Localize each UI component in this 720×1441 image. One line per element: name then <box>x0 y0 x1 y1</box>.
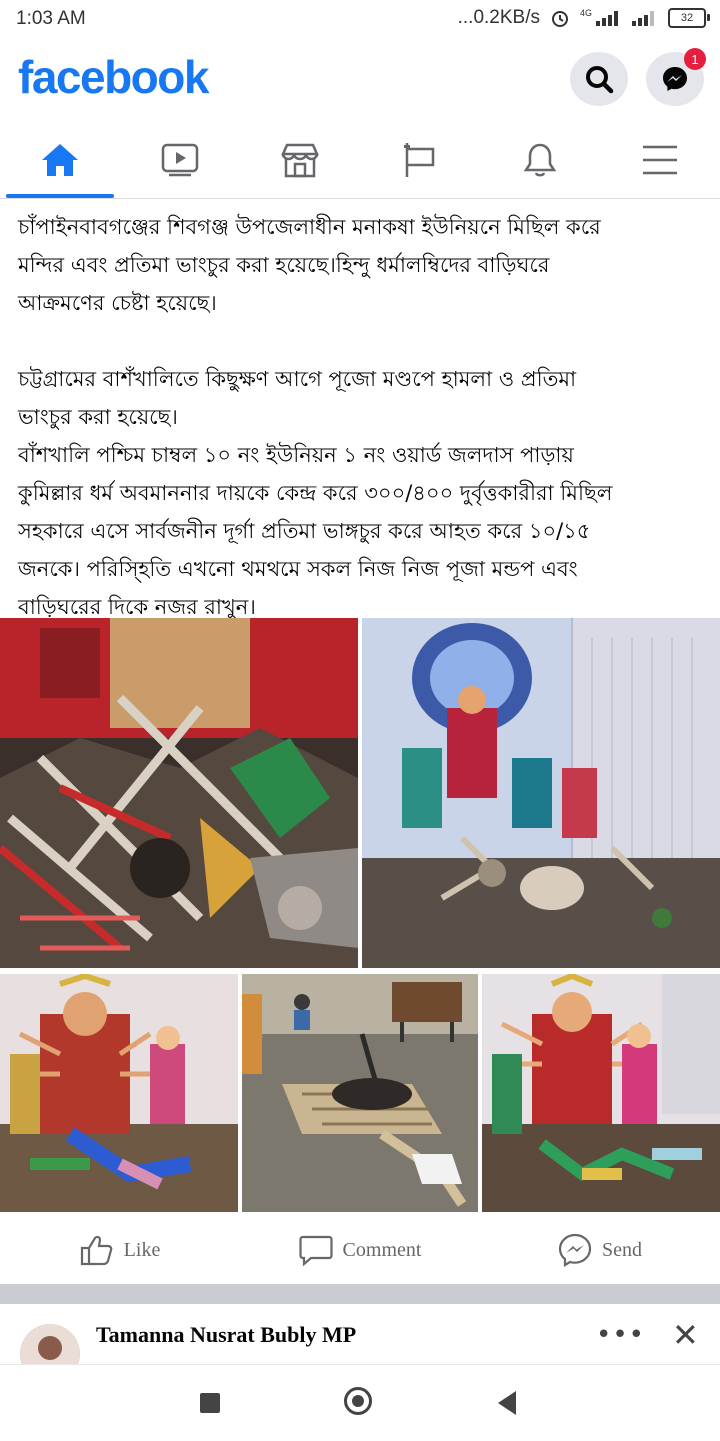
comment-button[interactable]: Comment <box>240 1218 480 1282</box>
messenger-icon <box>663 67 687 91</box>
post-text: চাঁপাইনবাবগঞ্জের শিবগঞ্জ উপজেলাধীন মনাকষ… <box>18 208 708 626</box>
send-label: Send <box>602 1238 642 1261</box>
search-button[interactable] <box>570 52 628 106</box>
tab-video[interactable] <box>120 122 240 198</box>
battery-icon: 32 <box>668 8 710 28</box>
post-line: সহকারে এসে সার্বজনীন দূর্গা প্রতিমা ভাঙ্… <box>18 519 591 543</box>
post-photo-durga-2[interactable] <box>482 974 720 1212</box>
tab-pages[interactable] <box>360 122 480 198</box>
post-line: চাঁপাইনবাবগঞ্জের শিবগঞ্জ উপজেলাধীন মনাকষ… <box>18 215 601 239</box>
post-photo-street[interactable] <box>242 974 478 1212</box>
facebook-logo[interactable]: facebook <box>18 50 209 104</box>
network-speed: ...0.2KB/s <box>457 7 540 28</box>
status-time: 1:03 AM <box>16 8 86 29</box>
signal-icon <box>596 10 622 26</box>
close-icon[interactable]: ✕ <box>672 1316 699 1354</box>
post-line: ভাংচুর করা হয়েছে। <box>18 405 178 429</box>
search-icon <box>586 66 614 94</box>
comment-label: Comment <box>342 1238 422 1261</box>
tab-notifications[interactable] <box>480 122 600 198</box>
app-header: facebook 1 <box>0 40 720 120</box>
like-button[interactable]: Like <box>0 1218 240 1282</box>
post-line: কুমিল্লার ধর্ম অবমাননার দায়কে কেন্দ্র ক… <box>18 481 613 505</box>
post-line: জনকে। পরিস্হিতি এখনো থমথমে সকল নিজ নিজ প… <box>18 557 578 581</box>
network-type: 4G <box>579 8 592 18</box>
signal-icon-2 <box>632 10 658 26</box>
menu-icon <box>643 145 677 175</box>
tab-home[interactable] <box>0 122 120 198</box>
messenger-send-icon <box>558 1233 592 1267</box>
flag-icon <box>404 143 435 177</box>
post-photo-durga[interactable] <box>0 974 238 1212</box>
recents-button[interactable] <box>200 1393 220 1413</box>
home-icon <box>42 144 78 176</box>
messenger-badge: 1 <box>684 48 706 70</box>
bell-icon <box>523 143 557 177</box>
send-button[interactable]: Send <box>480 1218 720 1282</box>
tab-menu[interactable] <box>600 122 720 198</box>
home-button[interactable] <box>344 1387 372 1415</box>
comment-icon <box>298 1235 333 1266</box>
tab-marketplace[interactable] <box>240 122 360 198</box>
more-options-icon[interactable]: ••• <box>596 1320 645 1350</box>
post-line: মন্দির এবং প্রতিমা ভাংচুর করা হয়েছে।হিন… <box>18 253 550 277</box>
post-line: বাঁশখালি পশ্চিম চাম্বল ১০ নং ইউনিয়ন ১ ন… <box>18 443 574 467</box>
messenger-button[interactable]: 1 <box>646 48 706 106</box>
back-button[interactable] <box>498 1391 516 1415</box>
post-author-name[interactable]: Tamanna Nusrat Bubly MP <box>96 1322 356 1348</box>
post-line: আক্রমণের চেষ্টা হয়েছে। <box>18 291 217 315</box>
post-photo-debris[interactable] <box>0 618 358 968</box>
post-actions: Like Comment Send <box>0 1218 720 1282</box>
nav-tabs <box>0 122 720 199</box>
alarm-icon <box>551 11 568 27</box>
system-nav-bar <box>0 1364 720 1441</box>
post-photo-idols[interactable] <box>362 618 720 968</box>
status-right: ...0.2KB/s 4G 32 <box>457 7 710 29</box>
feed-divider <box>0 1284 720 1304</box>
post-line: চট্টগ্রামের বাশঁখালিতে কিছুক্ষণ আগে পূজো… <box>18 367 577 391</box>
like-icon <box>80 1235 113 1266</box>
video-icon <box>161 143 199 177</box>
status-bar: 1:03 AM ...0.2KB/s 4G 32 <box>0 0 720 40</box>
next-post-header: Tamanna Nusrat Bubly MP ••• ✕ <box>0 1304 720 1384</box>
like-label: Like <box>123 1238 161 1261</box>
marketplace-icon <box>281 143 319 178</box>
